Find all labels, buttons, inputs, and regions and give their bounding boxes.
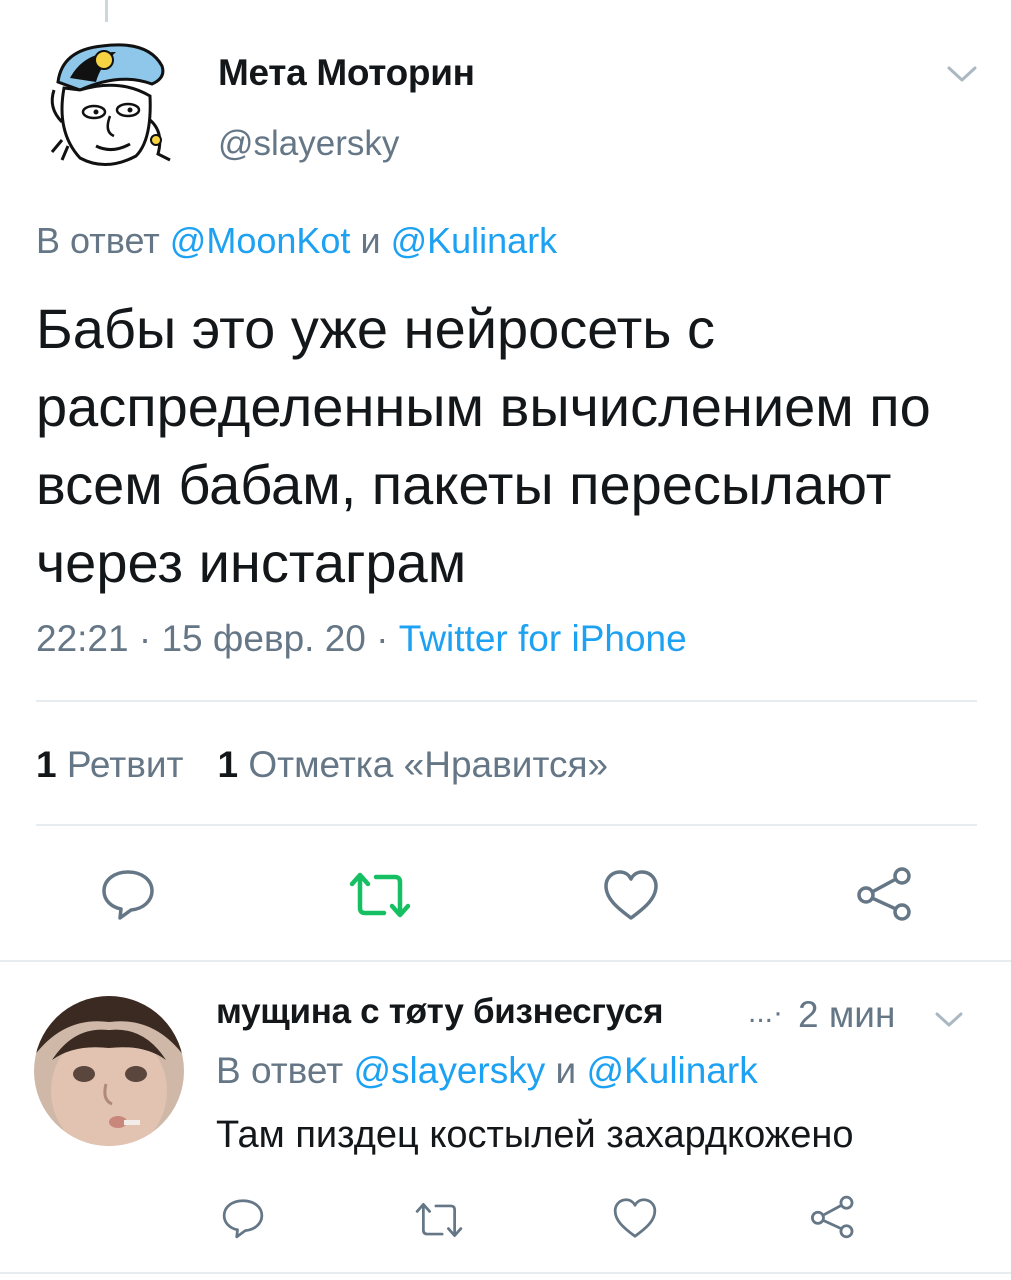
divider bbox=[0, 1272, 1011, 1274]
mention-link[interactable]: @Kulinark bbox=[391, 220, 558, 261]
avatar[interactable] bbox=[40, 32, 180, 172]
mention-link[interactable]: @slayersky bbox=[354, 1050, 546, 1091]
tweet-text: Бабы это уже нейросеть с распределенным … bbox=[36, 297, 931, 594]
reply-icon[interactable] bbox=[220, 1196, 266, 1240]
chevron-down-icon[interactable] bbox=[934, 1010, 964, 1030]
retweet-label: Ретвит bbox=[66, 744, 184, 785]
like-icon[interactable] bbox=[612, 1196, 658, 1240]
tweet-time: 22:21 bbox=[36, 618, 129, 659]
avatar[interactable] bbox=[34, 996, 184, 1146]
tweet-source-link[interactable]: Twitter for iPhone bbox=[399, 618, 687, 659]
mention-link[interactable]: @MoonKot bbox=[170, 220, 351, 261]
mention-link[interactable]: @Kulinark bbox=[587, 1050, 758, 1091]
tweet-date: 15 февр. 20 bbox=[161, 618, 366, 659]
tweet-stats: 1 Ретвит 1 Отметка «Нравится» bbox=[36, 744, 608, 786]
reply-joiner: и bbox=[555, 1050, 577, 1091]
retweet-count: 1 bbox=[36, 744, 57, 785]
in-reply-to: В ответ @MoonKot и @Kulinark bbox=[36, 220, 557, 262]
like-count: 1 bbox=[217, 744, 239, 785]
reply-joiner: и bbox=[360, 220, 381, 261]
thread-connector bbox=[105, 0, 108, 22]
divider bbox=[0, 960, 1011, 962]
retweet-icon[interactable] bbox=[414, 1200, 464, 1240]
reply-author-display-name[interactable]: мущина с тøту бизнесгуся bbox=[216, 992, 663, 1032]
name-ellipsis: ...· bbox=[748, 996, 783, 1029]
like-label: Отметка «Нравится» bbox=[248, 744, 609, 785]
divider bbox=[36, 700, 977, 702]
meta-separator: · bbox=[138, 618, 152, 659]
chevron-down-icon[interactable] bbox=[945, 62, 979, 86]
reply-tweet-text: Там пиздец костылей захардкожено bbox=[216, 1114, 854, 1156]
share-icon[interactable] bbox=[810, 1194, 856, 1240]
like-icon[interactable] bbox=[602, 868, 660, 922]
tweet-detail-screen: Мета Моторин @slayersky В ответ @MoonKot… bbox=[0, 0, 1011, 1280]
retweets-stat[interactable]: 1 Ретвит bbox=[36, 744, 183, 785]
reply-time: 2 мин bbox=[798, 994, 896, 1035]
meta-separator: · bbox=[376, 618, 389, 659]
divider bbox=[36, 824, 977, 826]
share-icon[interactable] bbox=[856, 866, 914, 922]
reply-prefix: В ответ bbox=[36, 220, 160, 261]
reply-prefix: В ответ bbox=[216, 1050, 344, 1091]
in-reply-to: В ответ @slayersky и @Kulinark bbox=[216, 1050, 758, 1092]
reply-icon[interactable] bbox=[100, 866, 156, 922]
author-display-name[interactable]: Мета Моторин bbox=[218, 52, 475, 94]
retweet-icon[interactable] bbox=[348, 870, 412, 920]
likes-stat[interactable]: 1 Отметка «Нравится» bbox=[217, 744, 608, 785]
author-handle[interactable]: @slayersky bbox=[218, 124, 399, 164]
tweet-meta: 22:21 · 15 февр. 20 · Twitter for iPhone bbox=[36, 618, 687, 660]
